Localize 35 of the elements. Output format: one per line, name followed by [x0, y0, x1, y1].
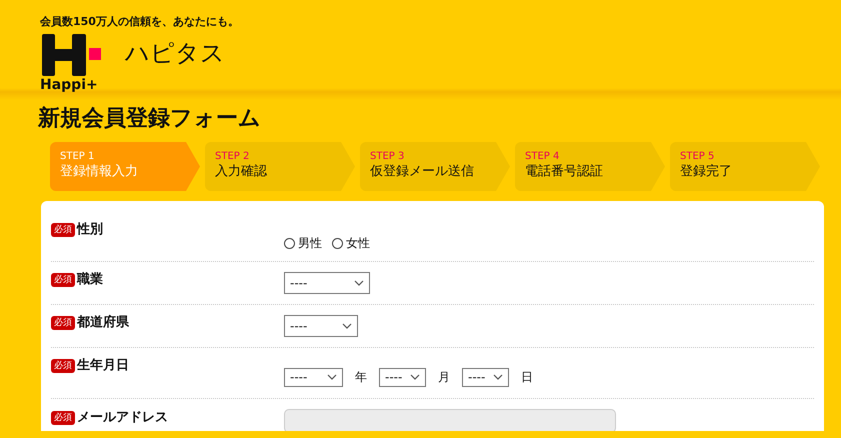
chevron-down-icon	[327, 374, 337, 380]
page-title: 新規会員登録フォーム	[38, 105, 262, 133]
email-input[interactable]	[284, 409, 616, 431]
logo-text: Happi+	[40, 77, 99, 93]
field-label: 性別	[77, 221, 103, 239]
chevron-down-icon	[354, 280, 364, 286]
chevron-down-icon	[410, 374, 420, 380]
field-label: 職業	[77, 271, 103, 289]
chevron-down-icon	[493, 374, 503, 380]
required-badge: 必須	[51, 223, 75, 237]
radio-option[interactable]: 男性	[284, 235, 322, 252]
step-tab[interactable]: STEP 3 仮登録メール送信	[360, 142, 510, 191]
logo-icon[interactable]	[42, 34, 102, 76]
step-tab[interactable]: STEP 4 電話番号認証	[515, 142, 665, 191]
step-tab[interactable]: STEP 5 登録完了	[670, 142, 820, 191]
dropdown[interactable]: ----	[284, 272, 370, 294]
site-name: ハピタス	[125, 38, 225, 68]
required-badge: 必須	[51, 359, 75, 373]
dropdown[interactable]: ----	[284, 315, 358, 337]
dropdown[interactable]: ----	[284, 368, 343, 386]
chevron-down-icon	[342, 323, 352, 329]
unit-label: 年	[355, 368, 367, 386]
dropdown[interactable]: ----	[379, 368, 426, 386]
step-tab[interactable]: STEP 2 入力確認	[205, 142, 355, 191]
dropdown[interactable]: ----	[462, 368, 509, 386]
tagline: 会員数150万人の信頼を、あなたにも。	[40, 14, 240, 30]
unit-label: 日	[521, 368, 533, 386]
required-badge: 必須	[51, 273, 75, 287]
field-label: メールアドレス	[77, 409, 168, 427]
radio-option[interactable]: 女性	[332, 235, 370, 252]
unit-label: 月	[438, 368, 450, 386]
required-badge: 必須	[51, 411, 75, 425]
field-label: 都道府県	[77, 314, 129, 332]
field-label: 生年月日	[77, 357, 129, 375]
required-badge: 必須	[51, 316, 75, 330]
